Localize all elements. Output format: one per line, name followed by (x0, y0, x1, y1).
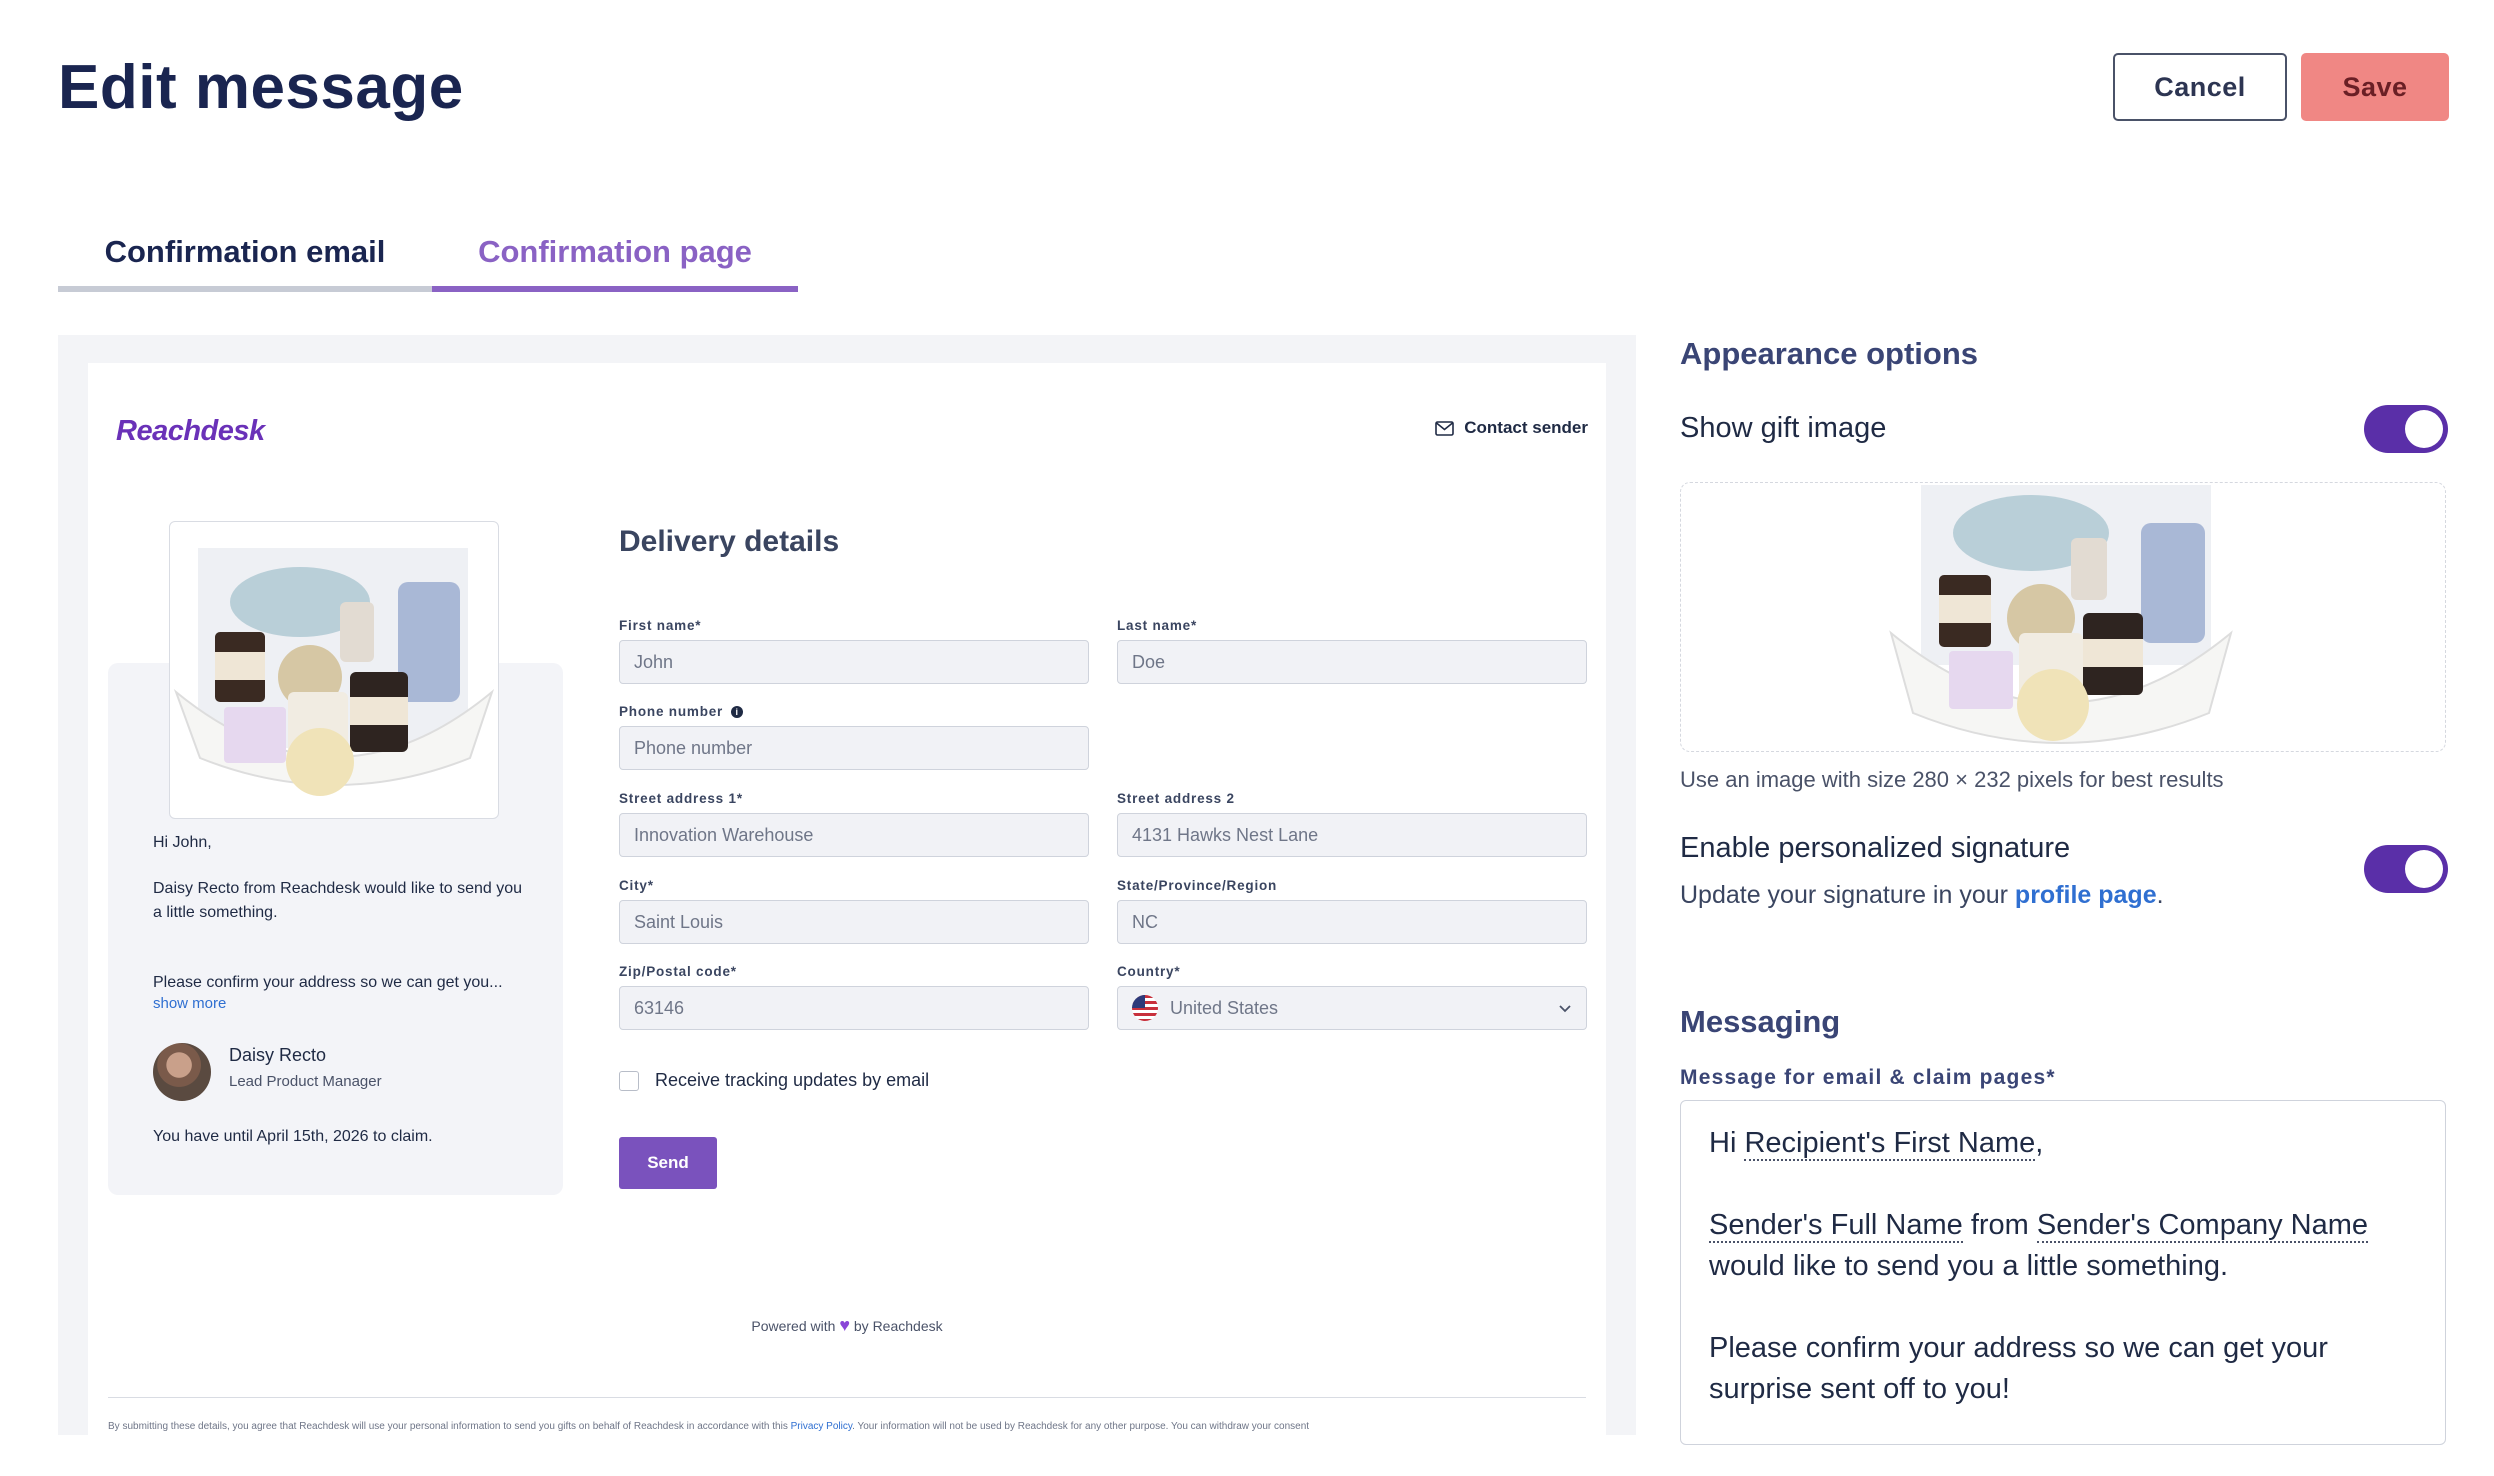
privacy-disclaimer: By submitting these details, you agree t… (108, 1421, 1310, 1432)
info-icon: i (731, 706, 744, 718)
tab-confirmation-email[interactable]: Confirmation email (58, 222, 432, 292)
phone-label: Phone number i (619, 704, 744, 719)
privacy-policy-link[interactable]: Privacy Policy (791, 1421, 853, 1432)
message-line-1: Hi Recipient's First Name, (1709, 1127, 2044, 1161)
street1-label: Street address 1* (619, 791, 743, 806)
divider (108, 1397, 1586, 1398)
street1-field[interactable]: Innovation Warehouse (619, 813, 1089, 857)
message-textarea[interactable]: Hi Recipient's First Name, Sender's Full… (1680, 1100, 2446, 1445)
profile-page-link[interactable]: profile page (2015, 881, 2157, 909)
card-greeting: Hi John, (153, 834, 212, 851)
last-name-field[interactable]: Doe (1117, 640, 1587, 684)
city-label: City* (619, 878, 654, 893)
phone-field[interactable]: Phone number (619, 726, 1089, 770)
appearance-options-title: Appearance options (1680, 336, 1978, 371)
country-label: Country* (1117, 964, 1181, 979)
token-sender-full-name[interactable]: Sender's Full Name (1709, 1209, 1963, 1243)
country-value: United States (1170, 997, 1279, 1018)
last-name-label: Last name* (1117, 618, 1198, 633)
gift-basket-image (173, 548, 495, 796)
page-title: Edit message (58, 53, 464, 122)
confirmation-page-preview: Reachdesk Contact sender Hi John, Daisy … (88, 363, 1606, 1435)
first-name-field[interactable]: John (619, 640, 1089, 684)
street2-field[interactable]: 4131 Hawks Nest Lane (1117, 813, 1587, 857)
delivery-details-title: Delivery details (619, 525, 840, 558)
street2-label: Street address 2 (1117, 791, 1235, 806)
show-gift-image-toggle[interactable] (2364, 405, 2448, 453)
us-flag-icon (1132, 995, 1158, 1021)
card-intro-text: Daisy Recto from Reachdesk would like to… (153, 880, 523, 921)
sender-role: Lead Product Manager (229, 1073, 382, 1090)
tab-confirmation-page[interactable]: Confirmation page (432, 222, 798, 292)
avatar (153, 1043, 211, 1101)
sender-name: Daisy Recto (229, 1045, 327, 1065)
token-sender-company[interactable]: Sender's Company Name (2036, 1209, 2369, 1243)
message-line-2: Sender's Full Name from Sender's Company… (1709, 1209, 2369, 1282)
show-more-link[interactable]: show more (153, 995, 226, 1012)
preview-panel: Reachdesk Contact sender Hi John, Daisy … (58, 335, 1636, 1435)
first-name-label: First name* (619, 618, 702, 633)
powered-by: Powered with ♥ by Reachdesk (751, 1315, 943, 1335)
zip-label: Zip/Postal code* (619, 964, 737, 979)
reachdesk-logo: Reachdesk (116, 415, 265, 447)
chevron-down-icon (1559, 1005, 1571, 1013)
signature-label: Enable personalized signature (1680, 832, 2071, 864)
contact-sender-label: Contact sender (1464, 418, 1588, 437)
contact-sender-link[interactable]: Contact sender (1435, 418, 1588, 438)
state-field[interactable]: NC (1117, 900, 1587, 944)
zip-field[interactable]: 63146 (619, 986, 1089, 1030)
heart-icon: ♥ (839, 1315, 850, 1335)
tracking-label: Receive tracking updates by email (655, 1070, 930, 1090)
claim-deadline: You have until April 15th, 2026 to claim… (153, 1128, 433, 1145)
state-label: State/Province/Region (1117, 878, 1278, 893)
tracking-checkbox[interactable] (619, 1071, 639, 1091)
city-field[interactable]: Saint Louis (619, 900, 1089, 944)
save-button[interactable]: Save (2301, 53, 2449, 121)
messaging-title: Messaging (1680, 1004, 1841, 1039)
signature-sub: Update your signature in your profile pa… (1680, 881, 2164, 909)
cancel-button[interactable]: Cancel (2113, 53, 2287, 121)
card-confirm-text: Please confirm your address so we can ge… (153, 974, 503, 991)
gift-image-upload[interactable] (1680, 482, 2446, 752)
mail-icon (1435, 420, 1455, 436)
gift-basket-image (1889, 485, 2233, 744)
tab-bar: Confirmation email Confirmation page (58, 222, 798, 292)
gift-image-preview (169, 521, 499, 819)
signature-toggle[interactable] (2364, 845, 2448, 893)
message-line-3: Please confirm your address so we can ge… (1709, 1332, 2328, 1405)
send-button[interactable]: Send (619, 1137, 717, 1189)
token-recipient-first-name[interactable]: Recipient's First Name (1744, 1127, 2036, 1161)
message-field-label: Message for email & claim pages* (1680, 1066, 2056, 1089)
country-select[interactable]: United States (1117, 986, 1587, 1030)
image-size-hint: Use an image with size 280 × 232 pixels … (1680, 767, 2224, 792)
show-gift-image-label: Show gift image (1680, 412, 1887, 444)
